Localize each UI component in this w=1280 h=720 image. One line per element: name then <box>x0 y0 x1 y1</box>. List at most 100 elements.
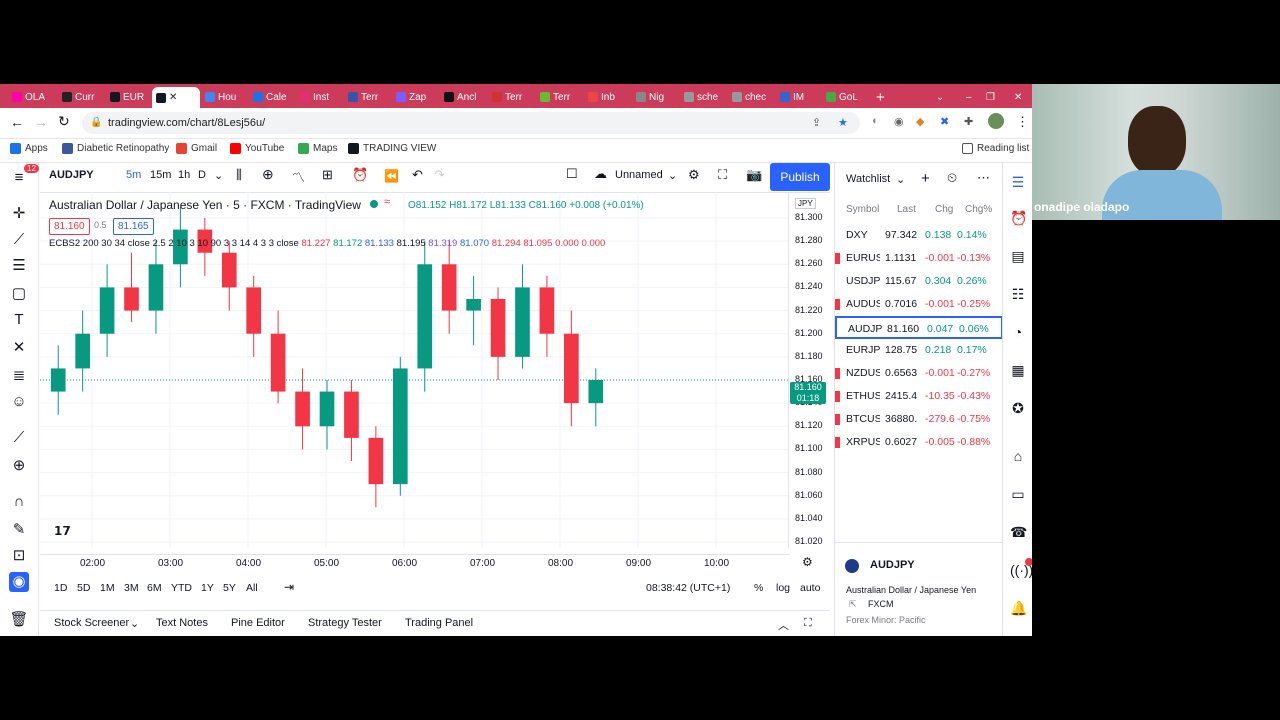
watchlist-row[interactable]: DXY 97.342 0.138 0.14% <box>835 224 1003 247</box>
bookmark-item[interactable]: YouTube <box>230 143 284 154</box>
notifications-bell-icon[interactable]: 🔔 <box>1010 600 1027 616</box>
extension-icon[interactable]: ✖ <box>940 115 949 128</box>
calendar-icon[interactable]: ▦ <box>1010 362 1026 378</box>
fullscreen-square-icon[interactable]: ☐ <box>566 166 578 182</box>
restore-icon[interactable]: ❐ <box>986 88 995 106</box>
pattern-icon[interactable]: ✕ <box>9 338 29 358</box>
watchlist-alert-icon[interactable]: ⏲ <box>947 170 957 186</box>
browser-tab[interactable]: chec <box>732 88 766 106</box>
publish-button[interactable]: Publish <box>770 163 830 191</box>
col-header-symbol[interactable]: Symbol <box>846 204 879 215</box>
range-3m[interactable]: 3M <box>124 582 139 594</box>
log-scale-toggle[interactable]: log <box>776 582 790 594</box>
streams-icon[interactable]: ⌂ <box>1010 448 1026 464</box>
rectangle-icon[interactable]: ▢ <box>9 284 29 304</box>
browser-tab[interactable]: Terr <box>540 88 570 106</box>
time-axis[interactable]: 02:00 03:00 04:00 05:00 06:00 07:00 08:00 09:00… <box>40 554 790 571</box>
browser-tab[interactable]: Terr <box>492 88 522 106</box>
watchlist-row[interactable]: XRPUSD 0.6027 -0.005-0.88% <box>835 431 1003 454</box>
tab-strategy-tester[interactable]: Strategy Tester <box>308 617 382 629</box>
flag-marker-icon[interactable] <box>835 391 840 402</box>
interval-5m[interactable]: 5m <box>126 169 141 181</box>
ask-box[interactable]: 81.165 <box>113 218 154 235</box>
flag-marker-icon[interactable] <box>835 299 840 310</box>
zoom-icon[interactable]: ⊕ <box>9 456 29 476</box>
symbol-search[interactable]: AUDJPY <box>49 169 94 181</box>
tab-text-notes[interactable]: Text Notes <box>156 617 208 629</box>
watchlist-row[interactable]: EURUSD 1.1131 -0.001-0.13% <box>835 247 1003 270</box>
browser-tab-active[interactable]: ✕ <box>152 87 200 108</box>
menu-kebab-icon[interactable]: ⋮ <box>1016 114 1029 130</box>
compare-icon[interactable]: ⊕ <box>262 166 274 183</box>
clock-timezone[interactable]: 08:38:42 (UTC+1) <box>646 582 730 594</box>
new-tab-icon[interactable]: + <box>876 88 885 106</box>
window-close-icon[interactable]: ✕ <box>1014 88 1022 106</box>
watchlist-row[interactable]: EURJPY 128.75 0.218 0.17% <box>835 339 1003 362</box>
goto-date-icon[interactable]: ⇥ <box>284 580 294 594</box>
replay-icon[interactable]: ⏪ <box>384 169 399 183</box>
detail-exchange[interactable]: FXCM <box>868 599 894 609</box>
crosshair-icon[interactable]: ✛ <box>9 204 29 224</box>
hotlist-icon[interactable]: ◔ <box>1010 324 1026 340</box>
data-window-icon[interactable]: ▤ <box>1010 248 1026 264</box>
indicator-legend[interactable]: ECBS2 200 30 34 close 2.5 2 10 3 10 90 3… <box>49 238 605 249</box>
fib-icon[interactable]: ☰ <box>9 256 29 276</box>
lock-icon[interactable]: ⊡ <box>9 546 29 566</box>
flag-marker-icon[interactable] <box>835 368 840 379</box>
layout-dropdown-icon[interactable]: ⌄ <box>668 169 677 182</box>
browser-tab[interactable]: Hou <box>205 88 236 106</box>
browser-tab[interactable]: OLA <box>12 88 45 106</box>
percent-scale-toggle[interactable]: % <box>754 582 763 594</box>
chats-icon[interactable]: ▭ <box>1010 486 1026 502</box>
camera-icon[interactable]: 📷 <box>746 167 762 183</box>
metamask-icon[interactable]: ◆ <box>916 115 924 128</box>
browser-tab[interactable]: EUR <box>110 88 144 106</box>
extension-icon[interactable]: ◐ <box>872 115 879 127</box>
chart-pane[interactable]: Australian Dollar / Japanese Yen · 5 · F… <box>40 192 830 552</box>
browser-tab[interactable]: IM <box>780 88 804 106</box>
watchlist-row[interactable]: AUDUSD 0.7016 -0.001-0.25% <box>835 293 1003 316</box>
browser-tab[interactable]: sche <box>684 88 718 106</box>
minimize-icon[interactable]: – <box>966 88 972 106</box>
tab-trading-panel[interactable]: Trading Panel <box>405 617 473 629</box>
watchlist-row[interactable]: AUDJPY 81.160 0.047 0.06% <box>835 316 1003 339</box>
bookmark-apps[interactable]: Apps <box>10 143 48 154</box>
interval-15m[interactable]: 15m <box>150 169 171 181</box>
add-symbol-icon[interactable]: + <box>921 170 930 187</box>
hide-drawings-icon[interactable]: ◉ <box>9 572 29 592</box>
interval-1h[interactable]: 1h <box>178 169 190 181</box>
col-header-chg-pct[interactable]: Chg% <box>965 204 992 215</box>
flag-marker-icon[interactable] <box>835 437 840 448</box>
bookmark-item[interactable]: Diabetic Retinopathy <box>62 143 169 154</box>
profile-avatar[interactable] <box>988 113 1004 129</box>
flag-marker-icon[interactable] <box>835 414 840 425</box>
emoji-icon[interactable]: ☺ <box>9 392 29 412</box>
broadcast-icon[interactable]: ((·)) <box>1010 562 1032 578</box>
bid-box[interactable]: 81.160 <box>49 218 90 235</box>
stock-screener-dropdown-icon[interactable]: ⌄ <box>130 617 139 630</box>
news-icon[interactable]: ☷ <box>1010 286 1026 302</box>
range-1d[interactable]: 1D <box>54 582 67 594</box>
bookmark-item[interactable]: Maps <box>298 143 337 154</box>
watchlist-row[interactable]: ETHUSD 2415.4 -10.35-0.43% <box>835 385 1003 408</box>
url-field[interactable]: 🔒 tradingview.com/chart/8Lesj56u/ ⇪ ★ <box>82 112 860 134</box>
watchlist-icon[interactable]: ☰ <box>1010 174 1026 190</box>
browser-tab[interactable]: Cale <box>253 88 287 106</box>
reading-list-button[interactable]: Reading list <box>962 143 1029 154</box>
browser-tab[interactable]: Inst <box>300 88 329 106</box>
share-icon[interactable]: ⇪ <box>812 112 821 134</box>
indicators-icon[interactable]: 〽 <box>292 167 305 186</box>
browser-tab[interactable]: Nig <box>636 88 664 106</box>
magnet-icon[interactable]: ∩ <box>9 492 29 512</box>
layout-name[interactable]: Unnamed <box>615 169 663 181</box>
settings-gear-icon[interactable]: ⚙ <box>688 167 700 183</box>
range-5y[interactable]: 5Y <box>223 582 236 594</box>
watchlist-dropdown-icon[interactable]: ⌄ <box>896 173 905 186</box>
text-icon[interactable]: T <box>9 310 29 330</box>
collapse-panel-icon[interactable]: ︿ <box>778 617 789 633</box>
watchlist-row[interactable]: USDJPY 115.67 0.304 0.26% <box>835 270 1003 293</box>
bookmark-item[interactable]: Gmail <box>176 143 217 154</box>
templates-icon[interactable]: ⊞ <box>322 167 333 183</box>
external-link-icon[interactable]: ⇱ <box>849 599 857 610</box>
back-icon[interactable]: ← <box>10 114 24 130</box>
